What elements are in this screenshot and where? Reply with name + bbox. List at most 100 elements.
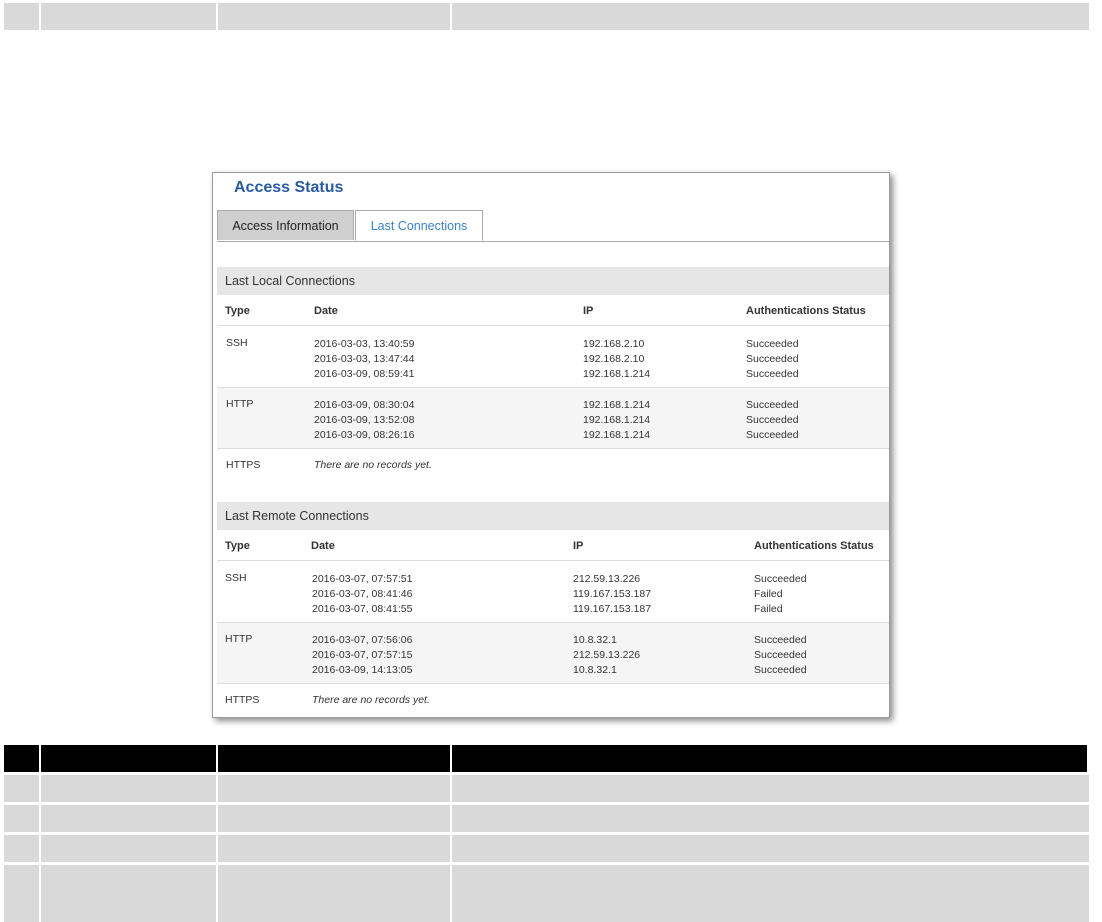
connection-status: Succeeded <box>754 664 807 676</box>
connection-date-column: 2016-03-09, 08:30:04 2016-03-09, 13:52:08… <box>314 398 414 443</box>
connection-date: 2016-03-07, 07:56:06 <box>312 634 413 646</box>
connection-group: HTTP 2016-03-07, 07:56:06 2016-03-07, 07:5… <box>217 623 889 684</box>
connection-group: HTTP 2016-03-09, 08:30:04 2016-03-09, 13:5… <box>217 388 889 449</box>
doc-cell <box>452 835 1089 862</box>
connection-date-column: 2016-03-07, 07:56:06 2016-03-07, 07:57:15… <box>312 633 412 678</box>
connection-ip-column: 212.59.13.226 119.167.153.187 119.167.153.… <box>573 572 651 617</box>
connection-ip-column: 192.168.2.10 192.168.2.10 192.168.1.214 <box>583 337 650 382</box>
connection-date: 2016-03-09, 08:30:04 <box>314 399 415 411</box>
connection-date: 2016-03-07, 08:41:46 <box>312 588 413 600</box>
connection-type: HTTP <box>226 398 254 410</box>
column-type: Type <box>225 305 250 317</box>
doc-cell <box>41 835 218 862</box>
connection-date: 2016-03-09, 13:52:08 <box>314 414 415 426</box>
connection-status: Succeeded <box>754 649 807 661</box>
connection-status: Failed <box>754 603 783 615</box>
doc-cell <box>4 3 41 30</box>
connection-status: Succeeded <box>746 338 799 350</box>
tab-bar: Access Information Last Connections <box>217 210 889 242</box>
doc-cell <box>218 3 452 30</box>
connection-status-column: Succeeded Succeeded Succeeded <box>746 398 799 443</box>
connection-status: Succeeded <box>746 414 799 426</box>
section-title-remote: Last Remote Connections <box>217 502 889 530</box>
doc-cell <box>41 745 218 772</box>
connection-status: Succeeded <box>746 368 799 380</box>
connection-ip: 119.167.153.187 <box>573 588 652 600</box>
doc-cell <box>4 865 41 922</box>
doc-cell <box>218 775 452 802</box>
section-title-local: Last Local Connections <box>217 267 889 295</box>
connection-status: Succeeded <box>746 353 799 365</box>
local-column-header: Type Date IP Authentications Status <box>217 296 889 326</box>
remote-column-header: Type Date IP Authentications Status <box>217 531 889 561</box>
doc-table-header-row <box>4 745 1089 772</box>
connection-status: Succeeded <box>746 429 799 441</box>
connection-date-column: 2016-03-03, 13:40:59 2016-03-03, 13:47:44… <box>314 337 414 382</box>
column-date: Date <box>314 305 338 317</box>
connection-date: 2016-03-03, 13:40:59 <box>314 338 415 350</box>
connection-type: HTTP <box>225 633 253 645</box>
connection-ip: 212.59.13.226 <box>573 573 641 585</box>
column-ip: IP <box>583 305 594 317</box>
connection-status: Succeeded <box>754 634 807 646</box>
doc-cell <box>218 805 452 832</box>
connection-ip-column: 192.168.1.214 192.168.1.214 192.168.1.214 <box>583 398 650 443</box>
column-status: Authentications Status <box>746 305 866 317</box>
connection-ip: 192.168.1.214 <box>583 414 651 426</box>
doc-cell <box>4 805 41 832</box>
connection-ip: 192.168.1.214 <box>583 368 651 380</box>
doc-cell <box>4 775 41 802</box>
connection-ip: 10.8.32.1 <box>573 664 617 676</box>
doc-cell <box>41 775 218 802</box>
connection-group: HTTPS There are no records yet. <box>217 449 889 483</box>
doc-cell <box>452 865 1089 922</box>
doc-cell <box>4 835 41 862</box>
doc-table-top-row <box>4 3 1089 30</box>
doc-cell <box>452 805 1089 832</box>
connection-ip: 192.168.2.10 <box>583 353 645 365</box>
connection-date: 2016-03-09, 08:26:16 <box>314 429 415 441</box>
connection-status: Succeeded <box>754 573 807 585</box>
connection-ip: 212.59.13.226 <box>573 649 641 661</box>
connection-type: SSH <box>225 572 247 584</box>
tab-access-information[interactable]: Access Information <box>217 210 354 240</box>
connection-date: 2016-03-07, 07:57:15 <box>312 649 413 661</box>
doc-table-row <box>4 865 1089 922</box>
doc-cell <box>452 745 1089 772</box>
connection-group: HTTPS There are no records yet. <box>217 684 889 717</box>
doc-table-row <box>4 835 1089 862</box>
connection-ip: 119.167.153.187 <box>573 603 652 615</box>
column-type: Type <box>225 540 250 552</box>
connection-ip: 192.168.1.214 <box>583 429 651 441</box>
connection-status: Failed <box>754 588 783 600</box>
connection-type: HTTPS <box>226 459 261 471</box>
doc-cell <box>218 865 452 922</box>
doc-cell <box>41 805 218 832</box>
access-status-panel: Access Status Access Information Last Co… <box>212 172 890 718</box>
doc-cell <box>218 745 452 772</box>
doc-cell <box>452 775 1089 802</box>
doc-cell <box>218 835 452 862</box>
connection-date-column: 2016-03-07, 07:57:51 2016-03-07, 08:41:46… <box>312 572 412 617</box>
connection-date: 2016-03-07, 08:41:55 <box>312 603 413 615</box>
doc-table-row <box>4 775 1089 802</box>
page-title: Access Status <box>234 179 344 196</box>
doc-cell <box>4 745 41 772</box>
connection-date: 2016-03-09, 14:13:05 <box>312 664 413 676</box>
no-records-message: There are no records yet. <box>312 694 430 706</box>
connection-date: 2016-03-03, 13:47:44 <box>314 353 415 365</box>
connection-ip: 192.168.2.10 <box>583 338 645 350</box>
connection-ip: 10.8.32.1 <box>573 634 617 646</box>
connection-status: Succeeded <box>746 399 799 411</box>
connection-status-column: Succeeded Failed Failed <box>754 572 807 617</box>
connection-status-column: Succeeded Succeeded Succeeded <box>746 337 799 382</box>
doc-cell <box>41 3 218 30</box>
tab-last-connections[interactable]: Last Connections <box>355 210 483 241</box>
connection-status-column: Succeeded Succeeded Succeeded <box>754 633 807 678</box>
column-status: Authentications Status <box>754 540 874 552</box>
connection-ip: 192.168.1.214 <box>583 399 651 411</box>
connection-group: SSH 2016-03-07, 07:57:51 2016-03-07, 08:41… <box>217 562 889 623</box>
no-records-message: There are no records yet. <box>314 459 432 471</box>
doc-cell <box>41 865 218 922</box>
doc-cell <box>452 3 1089 30</box>
